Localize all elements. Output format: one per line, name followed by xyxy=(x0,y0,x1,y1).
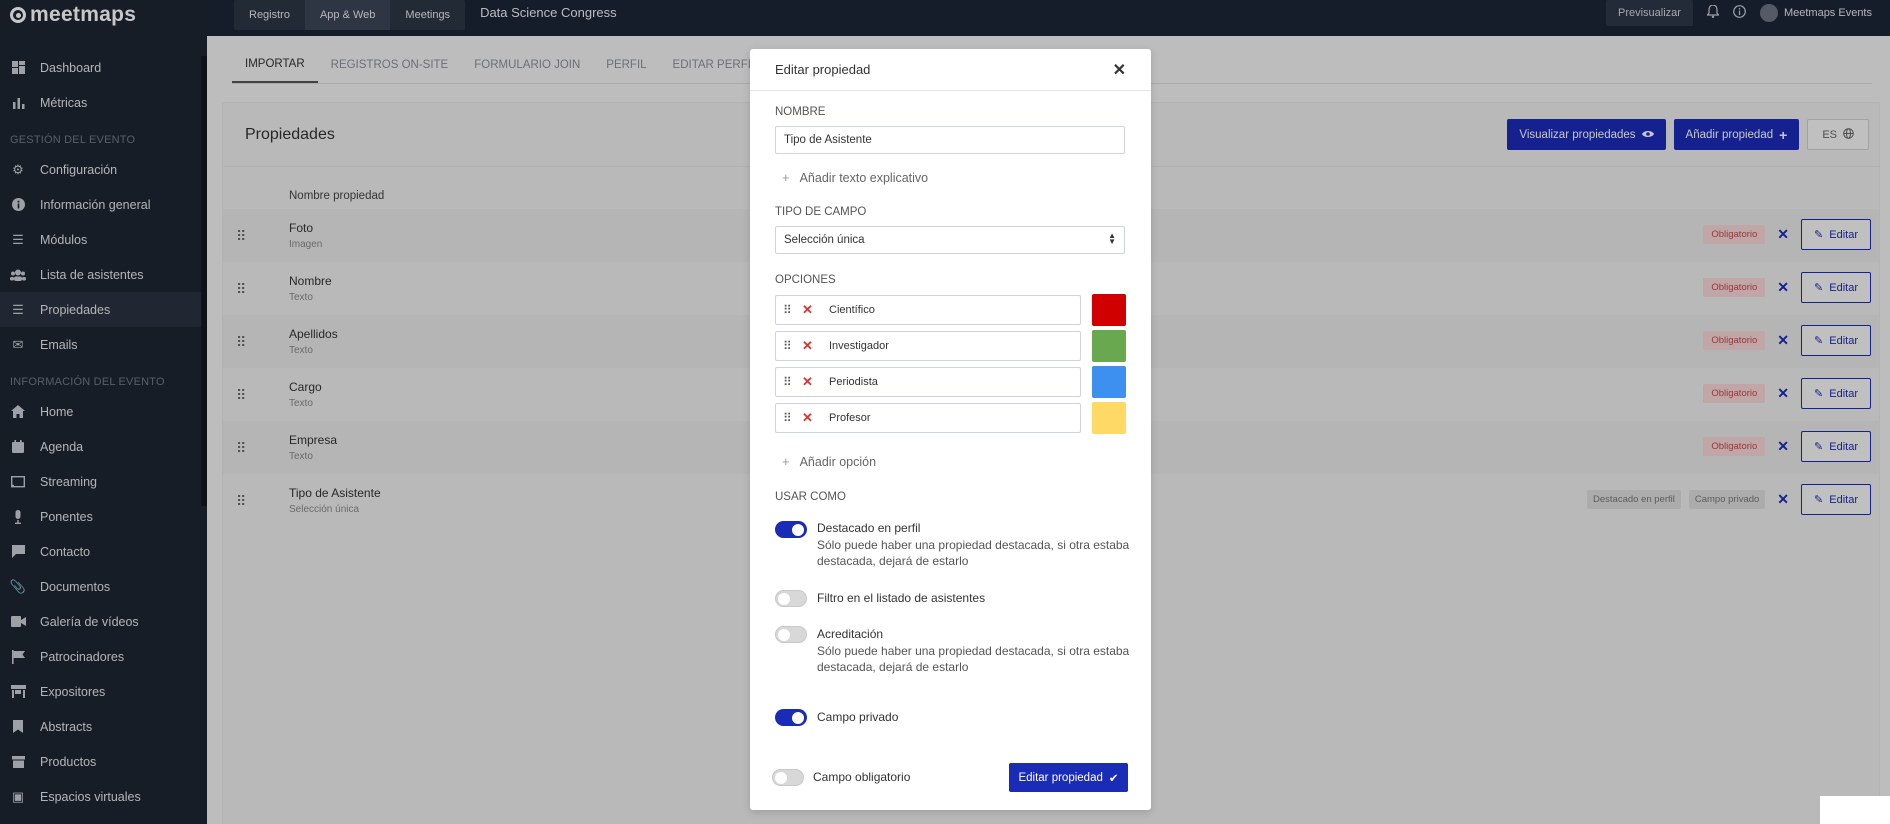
option-label[interactable]: Investigador xyxy=(829,340,889,352)
toggle-title: Campo obligatorio xyxy=(813,770,911,784)
edit-property-submit-button[interactable]: Editar propiedad ✔ xyxy=(1009,763,1128,792)
option-color-swatch[interactable] xyxy=(1092,402,1126,434)
toggle-title: Filtro en el listado de asistentes xyxy=(817,591,986,605)
toggle-title: Acreditación xyxy=(817,627,884,641)
option-color-swatch[interactable] xyxy=(1092,366,1126,398)
plus-icon: + xyxy=(782,454,790,469)
plus-icon: + xyxy=(782,170,790,185)
drag-handle-icon[interactable]: ⠿ xyxy=(783,339,795,353)
drag-handle-icon[interactable]: ⠿ xyxy=(783,303,795,317)
tipo-campo-label: TIPO DE CAMPO xyxy=(775,206,867,218)
option-color-swatch[interactable] xyxy=(1092,294,1126,326)
toggle-knob xyxy=(778,628,790,641)
option-row: ⠿ ✕ Periodista xyxy=(775,367,1081,397)
toggle-knob xyxy=(792,523,804,536)
option-row: ⠿ ✕ Investigador xyxy=(775,331,1081,361)
modal-title: Editar propiedad xyxy=(775,62,871,77)
campo-obligatorio-toggle[interactable] xyxy=(772,769,804,786)
drag-handle-icon[interactable]: ⠿ xyxy=(783,411,795,425)
button-label: Editar propiedad xyxy=(1018,771,1103,784)
usar-como-label: USAR COMO xyxy=(775,491,846,503)
remove-option-icon[interactable]: ✕ xyxy=(802,338,820,354)
nombre-label: NOMBRE xyxy=(775,106,826,118)
option-label[interactable]: Científico xyxy=(829,304,875,316)
check-icon: ✔ xyxy=(1108,772,1119,785)
toggle-description: Sólo puede haber una propiedad destacada… xyxy=(817,644,1130,674)
acreditacion-toggle[interactable] xyxy=(775,626,807,643)
select-arrows-icon: ▲ ▼ xyxy=(1108,231,1116,246)
option-row: ⠿ ✕ Científico xyxy=(775,295,1081,325)
drag-handle-icon[interactable]: ⠿ xyxy=(783,375,795,389)
remove-option-icon[interactable]: ✕ xyxy=(802,410,820,426)
option-label[interactable]: Periodista xyxy=(829,376,878,388)
add-option-link[interactable]: + Añadir opción xyxy=(782,454,876,469)
option-row: ⠿ ✕ Profesor xyxy=(775,403,1081,433)
option-color-swatch[interactable] xyxy=(1092,330,1126,362)
remove-option-icon[interactable]: ✕ xyxy=(802,302,820,318)
remove-option-icon[interactable]: ✕ xyxy=(802,374,820,390)
toggle-title: Campo privado xyxy=(817,710,899,724)
filtro-toggle[interactable] xyxy=(775,590,807,607)
modal-header: Editar propiedad ✕ xyxy=(750,49,1151,91)
toggle-knob xyxy=(792,711,804,724)
toggle-title: Destacado en perfil xyxy=(817,521,921,535)
chat-widget[interactable] xyxy=(1820,796,1890,824)
toggle-knob xyxy=(775,771,787,784)
link-label: Añadir opción xyxy=(799,454,877,469)
tipo-campo-select[interactable]: Selección única ▲ ▼ xyxy=(775,226,1125,254)
toggle-description: Sólo puede haber una propiedad destacada… xyxy=(817,538,1130,568)
close-icon[interactable]: ✕ xyxy=(1113,60,1126,80)
select-value: Selección única xyxy=(784,234,865,246)
opciones-label: OPCIONES xyxy=(775,274,836,286)
link-label: Añadir texto explicativo xyxy=(799,170,929,185)
destacado-toggle[interactable] xyxy=(775,521,807,538)
add-explanatory-text-link[interactable]: + Añadir texto explicativo xyxy=(782,170,928,185)
nombre-input[interactable]: Tipo de Asistente xyxy=(775,126,1125,154)
edit-property-modal: Editar propiedad ✕ NOMBRE Tipo de Asiste… xyxy=(750,49,1151,810)
campo-privado-toggle[interactable] xyxy=(775,709,807,726)
option-label[interactable]: Profesor xyxy=(829,412,871,424)
toggle-knob xyxy=(778,592,790,605)
